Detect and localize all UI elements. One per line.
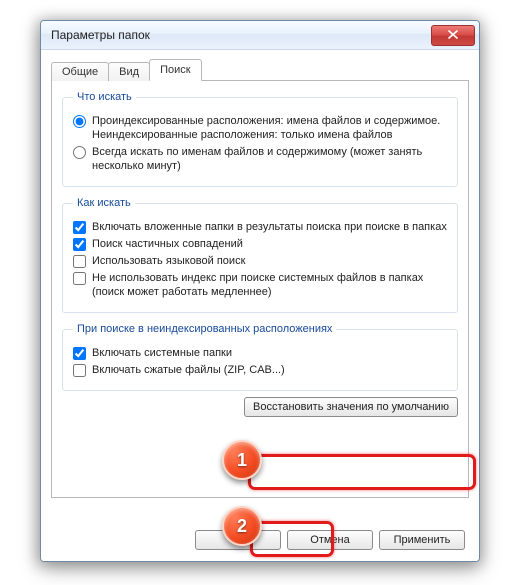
group-legend: Что искать: [73, 91, 136, 103]
group-how-to-search: Как искать Включать вложенные папки в ре…: [62, 197, 458, 313]
group-legend: Как искать: [73, 197, 135, 209]
group-legend: При поиске в неиндексированных расположе…: [73, 323, 336, 335]
apply-button[interactable]: Применить: [379, 530, 465, 550]
close-icon: [448, 30, 458, 39]
check-language[interactable]: Использовать языковой поиск: [73, 254, 447, 268]
check-noindex[interactable]: Не использовать индекс при поиске систем…: [73, 271, 447, 299]
radio-indexed[interactable]: Проиндексированные расположения: имена ф…: [73, 114, 447, 142]
check-compressed-input[interactable]: [73, 364, 86, 377]
group-nonindexed: При поиске в неиндексированных расположе…: [62, 323, 458, 391]
tab-view[interactable]: Вид: [108, 62, 150, 81]
radio-always-label: Всегда искать по именам файлов и содержи…: [92, 145, 447, 173]
check-compressed-label: Включать сжатые файлы (ZIP, CAB...): [92, 363, 285, 377]
search-tab-panel: Что искать Проиндексированные расположен…: [51, 80, 469, 498]
titlebar[interactable]: Параметры папок: [41, 21, 479, 50]
check-language-label: Использовать языковой поиск: [92, 254, 245, 268]
check-subfolders-input[interactable]: [73, 221, 86, 234]
restore-defaults-button[interactable]: Восстановить значения по умолчанию: [244, 397, 458, 417]
check-system-folders[interactable]: Включать системные папки: [73, 346, 447, 360]
window-title: Параметры папок: [51, 28, 150, 42]
check-partial-input[interactable]: [73, 238, 86, 251]
radio-always-input[interactable]: [73, 146, 86, 159]
check-partial-label: Поиск частичных совпадений: [92, 237, 243, 251]
check-noindex-input[interactable]: [73, 272, 86, 285]
check-system-folders-input[interactable]: [73, 347, 86, 360]
tab-search[interactable]: Поиск: [149, 59, 201, 81]
dialog-body: Общие Вид Поиск Что искать Проиндексиров…: [41, 50, 479, 562]
radio-indexed-input[interactable]: [73, 115, 86, 128]
radio-always[interactable]: Всегда искать по именам файлов и содержи…: [73, 145, 447, 173]
cancel-button[interactable]: Отмена: [287, 530, 373, 550]
step-badge-1: 1: [222, 440, 262, 480]
group-what-to-search: Что искать Проиндексированные расположен…: [62, 91, 458, 187]
check-compressed[interactable]: Включать сжатые файлы (ZIP, CAB...): [73, 363, 447, 377]
check-subfolders-label: Включать вложенные папки в результаты по…: [92, 220, 447, 234]
tabstrip: Общие Вид Поиск: [51, 58, 469, 80]
close-button[interactable]: [431, 25, 475, 46]
check-noindex-label: Не использовать индекс при поиске систем…: [92, 271, 447, 299]
step-badge-2: 2: [222, 506, 262, 546]
check-language-input[interactable]: [73, 255, 86, 268]
folder-options-window: Параметры папок Общие Вид Поиск Что иска…: [40, 20, 480, 562]
check-system-folders-label: Включать системные папки: [92, 346, 232, 360]
tab-general[interactable]: Общие: [51, 62, 109, 81]
check-partial[interactable]: Поиск частичных совпадений: [73, 237, 447, 251]
radio-indexed-label: Проиндексированные расположения: имена ф…: [92, 114, 447, 142]
check-subfolders[interactable]: Включать вложенные папки в результаты по…: [73, 220, 447, 234]
